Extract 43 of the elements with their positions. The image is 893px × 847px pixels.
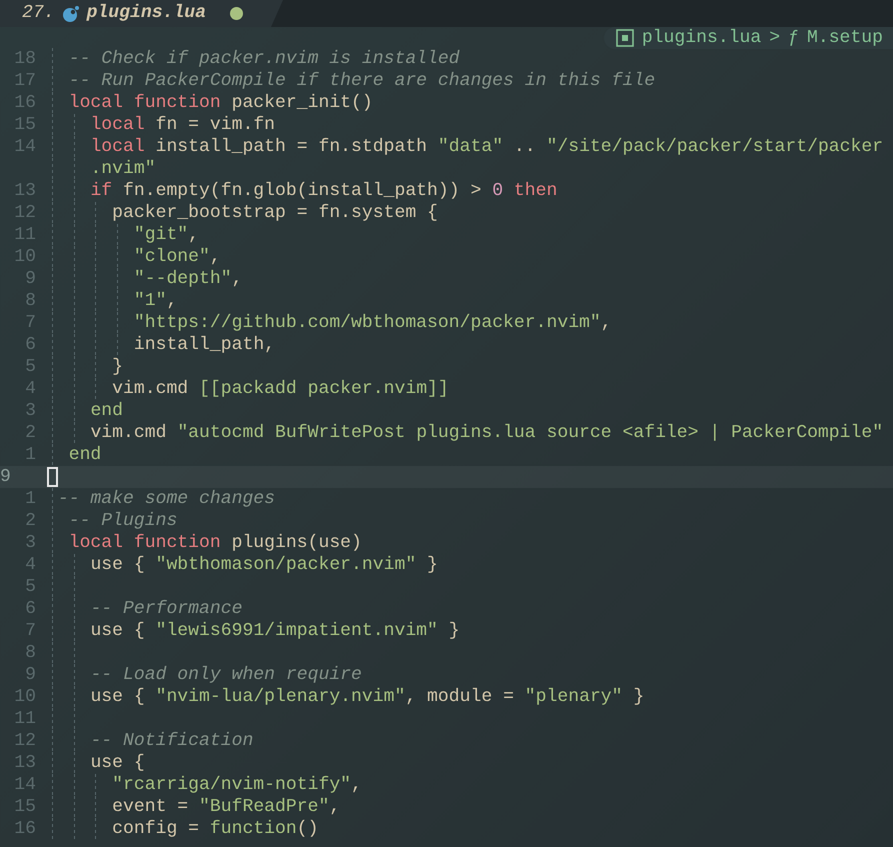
code-line: local install_path = fn.stdpath "data" .. "/site/pack/packer/start/packer [90, 137, 884, 157]
code-line: local fn = vim.fn [90, 115, 276, 135]
code-line: vim.cmd [[packadd packer.nvim]] [112, 379, 449, 399]
code-line: end [68, 445, 102, 465]
code-line: local function packer_init() [68, 93, 373, 113]
code-line: -- make some changes [58, 489, 276, 509]
code-line: end [90, 401, 124, 421]
code-line: use { "wbthomason/packer.nvim" } [90, 555, 438, 575]
function-glyph: ƒ [788, 27, 799, 49]
code-line: "--depth", [134, 269, 242, 289]
code-line: -- Plugins [68, 511, 178, 531]
breadcrumb-file[interactable]: plugins.lua [642, 27, 762, 49]
code-line: "clone", [134, 247, 221, 267]
tab-number: 27. [22, 2, 55, 25]
code-line: local function plugins(use) [68, 533, 362, 553]
code-line: use { [90, 753, 145, 773]
moon-icon [62, 6, 79, 22]
code-line: install_path, [134, 335, 276, 355]
cursor-block [47, 467, 58, 487]
code-line: "1", [134, 291, 178, 311]
code-line: "rcarriga/nvim-notify", [112, 775, 362, 795]
file-box-icon [616, 29, 634, 47]
breadcrumb-separator: > [769, 27, 780, 49]
code-line: -- Notification [90, 731, 254, 751]
code-line: -- Run PackerCompile if there are changes in this file [68, 71, 656, 91]
code-line: .nvim" [90, 159, 156, 179]
code-line: } [112, 357, 124, 377]
code-line: packer_bootstrap = fn.system { [112, 203, 438, 223]
breadcrumb-symbol[interactable]: M.setup [806, 27, 883, 49]
line-number: 9 [0, 467, 11, 487]
code-line: if fn.empty(fn.glob(install_path)) > 0 then [90, 181, 558, 201]
code-line: -- Check if packer.nvim is installed [68, 49, 460, 69]
code-line: use { "nvim-lua/plenary.nvim", module = "plenary" } [90, 687, 644, 707]
editor-tab[interactable]: 27. plugins.lua [0, 0, 284, 27]
code-line: use { "lewis6991/impatient.nvim" } [90, 621, 460, 641]
code-line: vim.cmd "autocmd BufWritePost plugins.lua source <afile> | PackerCompile" [90, 423, 884, 443]
code-line: "git", [134, 225, 200, 245]
code-line: -- Performance [90, 599, 242, 619]
code-line: "https://github.com/wbthomason/packer.nvim", [134, 313, 612, 333]
tab-title: plugins.lua [86, 2, 206, 25]
code-line: -- Load only when require [90, 665, 362, 685]
code-line: event = "BufReadPre", [112, 797, 340, 817]
code-line: config = function() [112, 819, 318, 839]
